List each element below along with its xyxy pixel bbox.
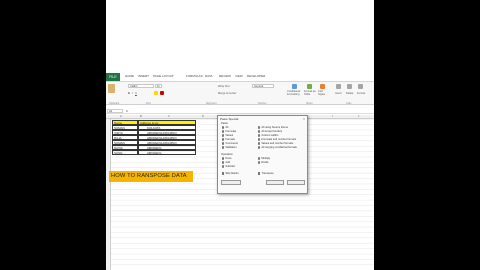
cancel-button[interactable] — [287, 180, 305, 185]
operation-add[interactable]: Add — [222, 161, 230, 164]
group-cells-label: Cells — [346, 102, 352, 105]
paste-option-merging-conditional[interactable]: All merging conditional formats — [258, 146, 297, 149]
font-name-select[interactable]: Calibri — [128, 84, 154, 88]
paste-option-formats[interactable]: Formats — [222, 138, 235, 141]
bold-icon[interactable]: B — [128, 92, 130, 95]
italic-icon[interactable]: I — [132, 92, 133, 95]
ok-button[interactable] — [266, 180, 284, 185]
format-table-icon[interactable] — [307, 84, 312, 89]
conditional-formatting-label[interactable]: Conditional Formatting — [287, 90, 303, 96]
number-format-select[interactable]: General — [252, 84, 274, 88]
format-table-label[interactable]: Format as Table — [304, 90, 316, 96]
cell-styles-icon[interactable] — [320, 84, 325, 89]
ribbon-tab-bar: FILE HOME INSERT PAGE LAYOUT FORMULAS DA… — [106, 73, 374, 81]
paste-section-label: Paste — [221, 122, 228, 125]
tab-review[interactable]: REVIEW — [219, 74, 231, 78]
table-cell[interactable]: SUNIL — [112, 150, 138, 155]
tab-developer[interactable]: DEVELOPER — [247, 74, 265, 78]
paste-option-all[interactable]: All — [222, 126, 228, 129]
operation-section-label: Operation — [221, 153, 233, 156]
delete-cells-icon[interactable] — [347, 84, 352, 89]
operation-divide[interactable]: Divide — [258, 161, 269, 164]
column-header[interactable]: I — [332, 115, 333, 118]
close-icon[interactable]: × — [303, 117, 305, 121]
paste-option-formulas-number-formats[interactable]: Formulas and number formats — [258, 138, 296, 141]
font-color-icon[interactable] — [160, 91, 164, 95]
fx-icon[interactable]: fx — [126, 109, 128, 113]
column-header[interactable]: C — [168, 115, 170, 118]
cell-styles-label[interactable]: Cell Styles — [318, 90, 328, 96]
ribbon-home: Calibri 11 B I U Wrap Text Merge & Cente… — [106, 81, 374, 105]
operation-none[interactable]: None — [222, 157, 232, 160]
group-styles-label: Styles — [306, 102, 313, 105]
formula-bar: A1 fx — [106, 108, 374, 114]
column-header[interactable]: J — [358, 115, 359, 118]
group-font-label: Font — [146, 102, 151, 105]
paste-option-column-widths[interactable]: Column widths — [258, 134, 278, 137]
paste-option-comments[interactable]: Comments — [222, 142, 238, 145]
paste-option-values[interactable]: Values — [222, 134, 233, 137]
operation-multiply[interactable]: Multiply — [258, 157, 270, 160]
paste-icon[interactable] — [108, 84, 115, 93]
paste-option-values-number-formats[interactable]: Values and number formats — [258, 142, 293, 145]
operation-subtract[interactable]: Subtract — [222, 165, 235, 168]
paste-option-except-borders[interactable]: All except borders — [258, 130, 282, 133]
name-box[interactable]: A1 — [107, 109, 123, 113]
underline-icon[interactable]: U — [135, 92, 137, 95]
group-number-label: Number — [258, 102, 267, 105]
skip-blanks-checkbox[interactable]: Skip blanks — [222, 172, 239, 175]
paste-special-dialog: Paste Special × Paste All Formulas Value… — [217, 115, 308, 194]
conditional-formatting-icon[interactable] — [292, 84, 297, 89]
paste-option-validation[interactable]: Validation — [222, 146, 237, 149]
column-header[interactable]: B — [140, 115, 142, 118]
wrap-text-button[interactable]: Wrap Text — [218, 85, 230, 88]
font-size-select[interactable]: 11 — [155, 84, 162, 88]
transpose-checkbox[interactable]: Transpose — [258, 172, 274, 175]
insert-button[interactable]: Insert — [335, 92, 342, 95]
format-cells-icon[interactable] — [358, 84, 363, 89]
paste-option-formulas[interactable]: Formulas — [222, 130, 236, 133]
insert-cells-icon[interactable] — [336, 84, 341, 89]
dialog-title: Paste Special — [220, 117, 239, 121]
tab-home[interactable]: HOME — [125, 74, 134, 78]
tab-formulas[interactable]: FORMULAS — [186, 74, 203, 78]
excel-window: FILE HOME INSERT PAGE LAYOUT FORMULAS DA… — [106, 0, 374, 270]
fill-color-icon[interactable] — [154, 91, 158, 95]
tab-data[interactable]: DATA — [205, 74, 213, 78]
merge-center-button[interactable]: Merge & Center — [218, 92, 236, 95]
tab-insert[interactable]: INSERT — [138, 74, 149, 78]
column-header[interactable]: D — [202, 115, 204, 118]
format-button[interactable]: Format — [357, 92, 365, 95]
column-header[interactable]: A — [120, 115, 122, 118]
group-alignment-label: Alignment — [206, 102, 217, 105]
row-header-bar — [106, 119, 111, 270]
table-cell[interactable]: ABCDEFG — [138, 150, 196, 155]
tab-file[interactable]: FILE — [106, 73, 120, 81]
paste-link-button[interactable] — [221, 180, 241, 185]
tab-page-layout[interactable]: PAGE LAYOUT — [153, 74, 174, 78]
tab-view[interactable]: VIEW — [235, 74, 243, 78]
group-clipboard-label: Clipboard — [109, 102, 120, 105]
delete-button[interactable]: Delete — [346, 92, 354, 95]
paste-option-source-theme[interactable]: All using Source theme — [258, 126, 288, 129]
title-banner: HOW TO RANSPOSE DATA — [109, 171, 193, 182]
